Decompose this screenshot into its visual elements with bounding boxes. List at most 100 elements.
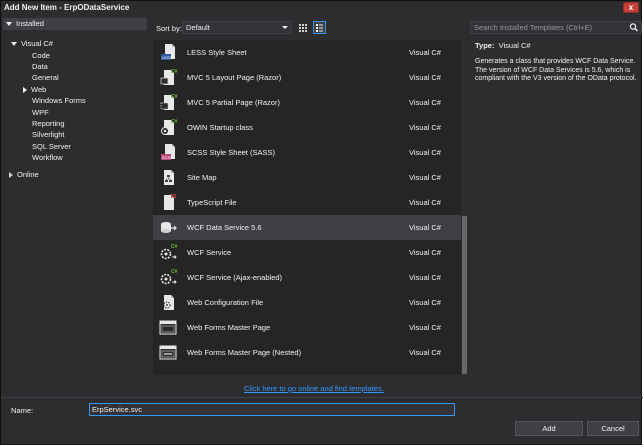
list-item[interactable]: Web Forms Master Page (Nested) Visual C# <box>153 340 461 365</box>
list-item[interactable]: C# OWIN Startup class Visual C# <box>153 115 461 140</box>
razor-partial-icon: C# <box>160 94 178 110</box>
list-item[interactable]: LESS LESS Style Sheet Visual C# <box>153 40 461 65</box>
template-language: Visual C# <box>409 223 441 232</box>
medium-icons-view-button[interactable] <box>313 21 326 34</box>
template-list-scrollbar[interactable] <box>461 40 468 375</box>
close-button[interactable]: x <box>623 2 639 13</box>
template-name: LESS Style Sheet <box>187 48 247 57</box>
template-language: Visual C# <box>409 298 441 307</box>
small-icons-view-button[interactable] <box>296 21 309 34</box>
expand-arrow-icon <box>9 172 13 179</box>
master-page-icon <box>159 320 177 335</box>
svg-text:C#: C# <box>171 244 178 250</box>
expand-arrow-icon <box>6 22 12 27</box>
list-item[interactable]: C# WCF Service Visual C# <box>153 240 461 265</box>
expand-arrow-icon <box>11 42 17 47</box>
sort-by-value: Default <box>186 23 210 32</box>
list-item[interactable]: Site Map Visual C# <box>153 165 461 190</box>
wcf-service-icon: C# <box>160 244 178 260</box>
svg-text:C#: C# <box>171 69 178 75</box>
template-language: Visual C# <box>409 248 441 257</box>
sort-by-label: Sort by: <box>156 24 182 33</box>
search-icon <box>629 23 638 32</box>
template-language: Visual C# <box>409 198 441 207</box>
list-item[interactable]: SCSS SCSS Style Sheet (SASS) Visual C# <box>153 140 461 165</box>
template-language: Visual C# <box>409 148 441 157</box>
template-name: OWIN Startup class <box>187 123 253 132</box>
web-config-icon <box>163 295 174 310</box>
svg-text:C#: C# <box>171 269 178 275</box>
template-name: SCSS Style Sheet (SASS) <box>187 148 275 157</box>
template-language: Visual C# <box>409 323 441 332</box>
svg-text:TS: TS <box>170 194 177 200</box>
type-label: Type: <box>475 41 495 50</box>
cancel-button[interactable]: Cancel <box>587 421 639 436</box>
template-language: Visual C# <box>409 123 441 132</box>
list-view-icon <box>316 24 323 32</box>
search-templates-input[interactable]: Search Installed Templates (Ctrl+E) <box>470 21 642 34</box>
svg-text:C#: C# <box>171 119 178 125</box>
template-type: Type: Visual C# <box>475 41 641 50</box>
category-tree: Installed Visual C# Code Data General We… <box>1 15 149 375</box>
name-input[interactable]: ErpService.svc <box>89 403 455 416</box>
template-details: Type: Visual C# Generates a class that p… <box>475 41 641 84</box>
template-name: WCF Service <box>187 248 232 257</box>
template-list[interactable]: LESS LESS Style Sheet Visual C# C# MVC 5… <box>153 40 461 375</box>
scroll-thumb[interactable] <box>462 216 467 374</box>
owin-icon: C# <box>161 119 178 135</box>
template-language: Visual C# <box>409 273 441 282</box>
nested-master-page-icon <box>159 345 177 360</box>
type-value: Visual C# <box>498 41 531 50</box>
template-name: Site Map <box>187 173 217 182</box>
template-name: Web Configuration File <box>187 298 264 307</box>
wcf-data-service-icon <box>161 222 177 233</box>
template-name: Web Forms Master Page <box>187 323 271 332</box>
template-name: MVC 5 Partial Page (Razor) <box>187 98 280 107</box>
template-name: WCF Service (Ajax-enabled) <box>187 273 283 282</box>
online-templates-link[interactable]: Click here to go online and find templat… <box>244 384 384 393</box>
list-item[interactable]: C# MVC 5 Layout Page (Razor) Visual C# <box>153 65 461 90</box>
template-language: Visual C# <box>409 48 441 57</box>
divider <box>1 397 643 398</box>
scss-icon: SCSS <box>161 144 175 160</box>
razor-layout-icon: C# <box>160 69 178 85</box>
template-name: WCF Data Service 5.6 <box>187 223 262 232</box>
tree-item-windows-forms[interactable]: Windows Forms <box>32 95 86 107</box>
title-bar: Add New Item - ErpODataService x <box>1 1 641 14</box>
svg-text:C#: C# <box>171 94 178 100</box>
tree-item-silverlight[interactable]: Silverlight <box>32 129 65 141</box>
list-item[interactable]: TS TypeScript File Visual C# <box>153 190 461 215</box>
window-title: Add New Item - ErpODataService <box>4 3 130 12</box>
tree-item-installed[interactable]: Installed <box>3 18 147 30</box>
add-button[interactable]: Add <box>515 421 583 436</box>
wcf-ajax-icon: C# <box>160 269 178 285</box>
list-item[interactable]: Web Forms Master Page Visual C# <box>153 315 461 340</box>
tree-item-general[interactable]: General <box>32 72 59 84</box>
add-new-item-dialog: Add New Item - ErpODataService x Install… <box>0 0 643 445</box>
template-language: Visual C# <box>409 98 441 107</box>
sort-by-dropdown[interactable]: Default <box>182 21 292 34</box>
list-item[interactable]: Web Configuration File Visual C# <box>153 290 461 315</box>
template-name: TypeScript File <box>187 198 237 207</box>
typescript-icon: TS <box>164 194 177 210</box>
list-item-selected[interactable]: WCF Data Service 5.6 Visual C# <box>153 215 461 240</box>
search-placeholder: Search Installed Templates (Ctrl+E) <box>474 23 593 32</box>
svg-text:LESS: LESS <box>162 55 173 60</box>
template-language: Visual C# <box>409 173 441 182</box>
template-description: Generates a class that provides WCF Data… <box>475 58 637 82</box>
template-name: Web Forms Master Page (Nested) <box>187 348 302 357</box>
chevron-down-icon <box>282 26 288 29</box>
sitemap-icon <box>164 170 174 185</box>
tree-item-online[interactable]: Online <box>9 169 39 181</box>
name-label: Name: <box>11 406 34 415</box>
tree-item-workflow[interactable]: Workflow <box>32 152 63 164</box>
grid-view-icon <box>299 24 307 32</box>
list-item[interactable]: C# WCF Service (Ajax-enabled) Visual C# <box>153 265 461 290</box>
template-language: Visual C# <box>409 73 441 82</box>
less-icon: LESS <box>161 44 175 60</box>
template-language: Visual C# <box>409 348 441 357</box>
collapse-arrow-icon <box>23 87 27 94</box>
tree-item-visual-csharp[interactable]: Visual C# <box>11 38 53 50</box>
svg-text:SCSS: SCSS <box>162 155 173 160</box>
list-item[interactable]: C# MVC 5 Partial Page (Razor) Visual C# <box>153 90 461 115</box>
